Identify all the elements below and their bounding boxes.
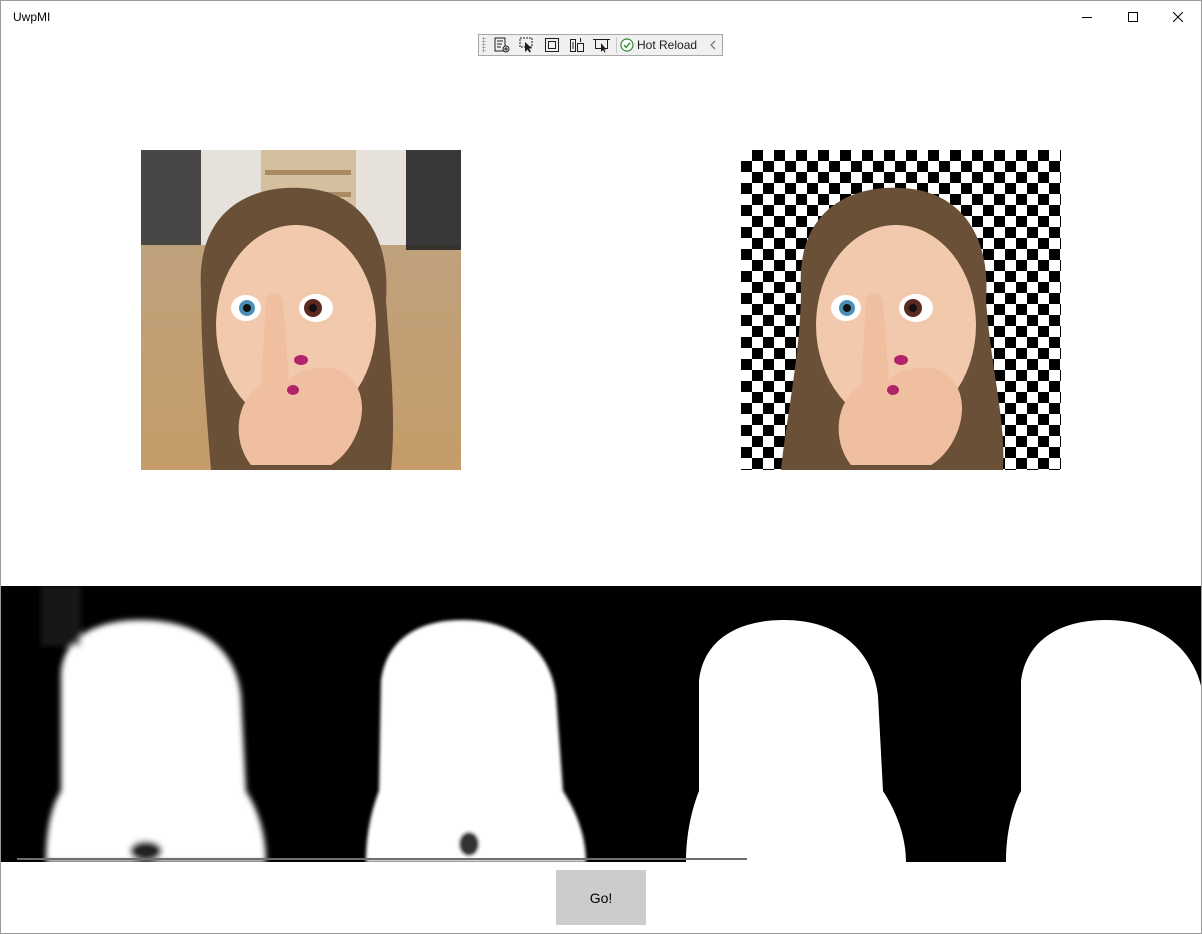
window-title: UwpMI [13,10,51,24]
app-window: UwpMI Hot Reload Go! [0,0,1202,934]
go-button[interactable]: Go! [556,870,646,925]
toolbar-separator [616,37,617,53]
display-adorners-icon [544,38,559,52]
original-photo-image [141,150,461,470]
collapse-toolbar-button[interactable] [707,35,719,55]
title-bar[interactable]: UwpMI [1,1,1201,33]
select-element-icon [519,37,532,53]
maximize-button[interactable] [1110,1,1156,33]
maximize-icon [1128,12,1138,22]
chevron-left-icon [710,40,716,50]
minimize-icon [1082,17,1092,18]
matte-mask-4 [1006,620,1201,862]
display-adorners-button[interactable] [539,35,564,55]
close-button[interactable] [1155,1,1201,33]
layout-adorners-button[interactable] [589,35,614,55]
matte-mask-strip [1,586,1201,862]
xaml-debug-toolbar: Hot Reload [478,34,723,56]
visual-tree-icon [494,37,509,53]
background-removed-photo [741,150,1061,470]
matte-masks [41,586,1201,862]
track-focus-button[interactable] [564,35,589,55]
matte-mask-2 [366,620,586,862]
progress-bar [17,858,747,860]
matte-mask-1 [41,586,266,862]
layout-adorners-icon [592,39,610,53]
track-focus-icon [569,38,584,52]
toolbar-grip[interactable] [482,37,486,53]
matte-mask-3 [686,620,906,862]
hot-reload-label: Hot Reload [637,38,698,52]
matted-photo-image [781,187,1004,470]
check-circle-icon [620,38,634,52]
close-icon [1173,12,1183,22]
select-element-button[interactable] [514,35,539,55]
minimize-button[interactable] [1064,1,1110,33]
original-photo [141,150,461,470]
live-visual-tree-button[interactable] [489,35,514,55]
hot-reload-status[interactable]: Hot Reload [620,35,697,55]
